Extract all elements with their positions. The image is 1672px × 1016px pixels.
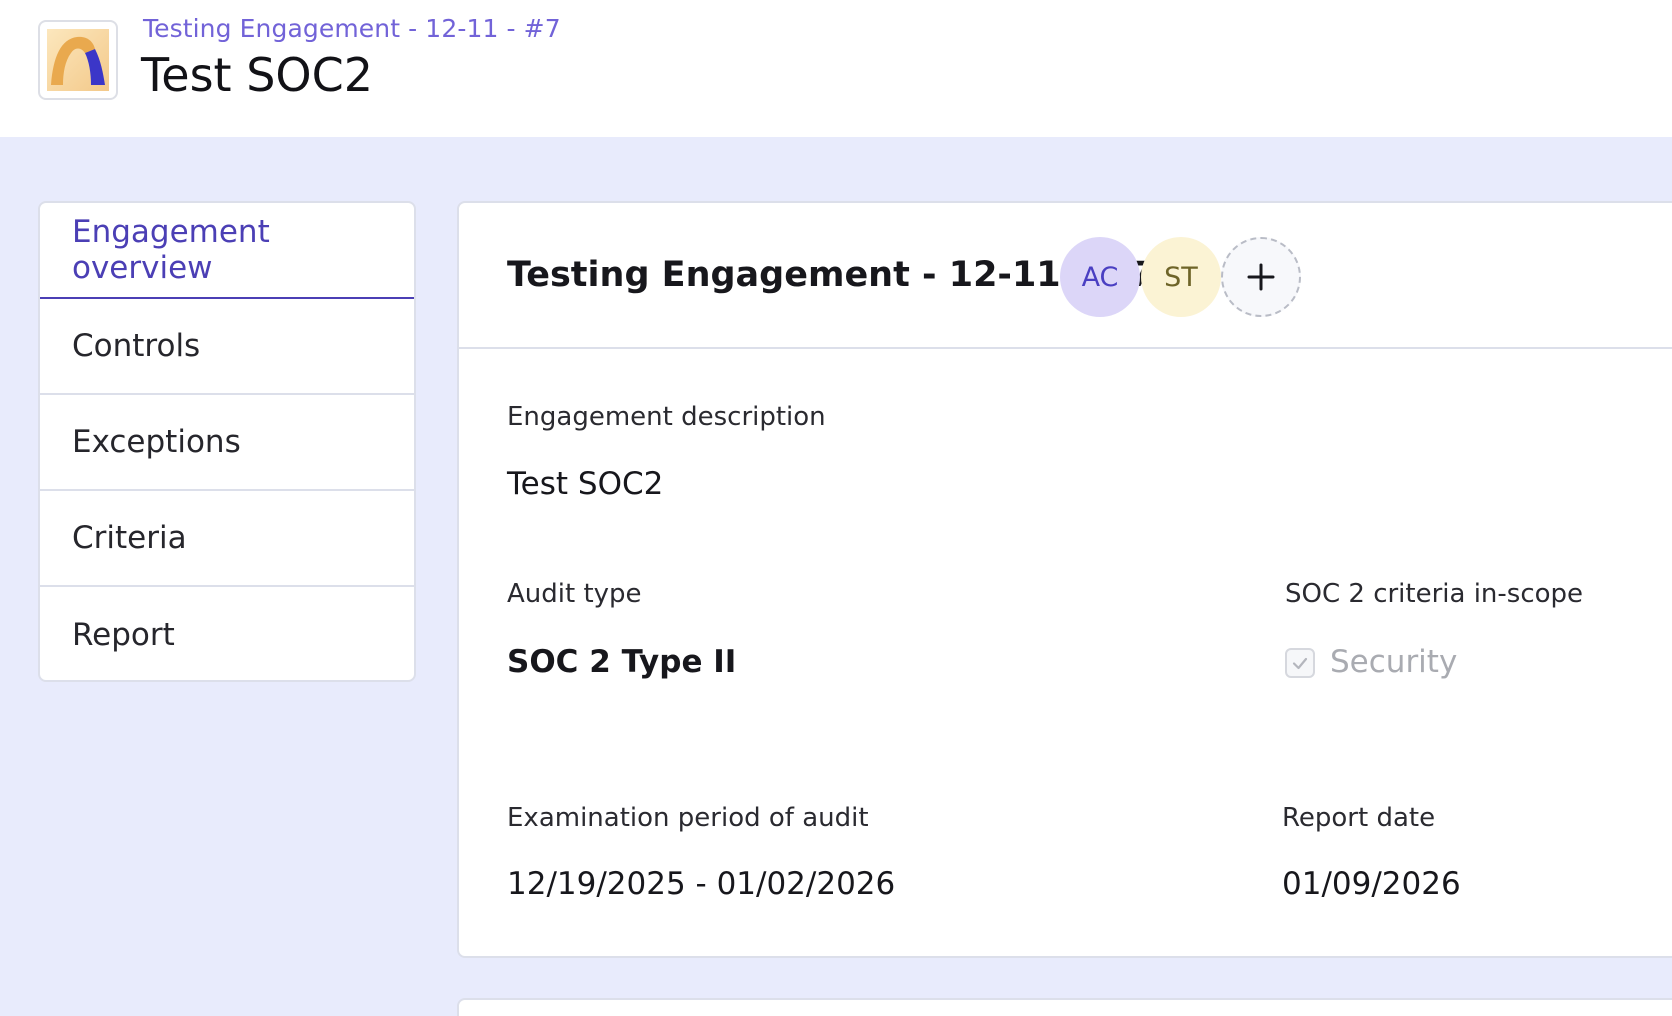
- avatar[interactable]: ST: [1141, 237, 1221, 317]
- report-date-label: Report date: [1282, 803, 1436, 833]
- nav-item-engagement-overview[interactable]: Engagement overview: [40, 203, 414, 299]
- side-nav: Engagement overview Controls Exceptions …: [38, 201, 416, 682]
- nav-item-exceptions[interactable]: Exceptions: [40, 395, 414, 491]
- check-icon: [1292, 657, 1308, 670]
- criteria-label: SOC 2 criteria in-scope: [1285, 579, 1584, 609]
- app-logo: [38, 20, 118, 100]
- secondary-card: [457, 998, 1672, 1016]
- nav-item-controls[interactable]: Controls: [40, 299, 414, 395]
- card-header: Testing Engagement - 12-11 - #7 AC ST: [459, 203, 1672, 349]
- examination-period-value: 12/19/2025 - 01/02/2026: [507, 866, 896, 902]
- plus-icon: [1247, 263, 1275, 291]
- nav-item-criteria[interactable]: Criteria: [40, 491, 414, 587]
- engagement-overview-card: Testing Engagement - 12-11 - #7 AC ST En…: [457, 201, 1672, 958]
- security-criteria-label: Security: [1330, 644, 1458, 680]
- security-checkbox: [1285, 648, 1315, 678]
- page-header: Testing Engagement - 12-11 - #7 Test SOC…: [0, 0, 1672, 137]
- add-member-button[interactable]: [1221, 237, 1301, 317]
- audit-type-label: Audit type: [507, 579, 642, 609]
- audit-type-value: SOC 2 Type II: [507, 644, 737, 680]
- engagement-title: Testing Engagement - 12-11 - #7: [507, 255, 1154, 295]
- page-title: Test SOC2: [141, 48, 373, 102]
- nav-item-report[interactable]: Report: [40, 587, 414, 680]
- description-label: Engagement description: [507, 402, 826, 432]
- examination-period-label: Examination period of audit: [507, 803, 869, 833]
- avatar[interactable]: AC: [1060, 237, 1140, 317]
- arch-logo-icon: [47, 29, 109, 91]
- breadcrumb[interactable]: Testing Engagement - 12-11 - #7: [143, 14, 561, 43]
- description-value: Test SOC2: [507, 466, 664, 502]
- report-date-value: 01/09/2026: [1282, 866, 1461, 902]
